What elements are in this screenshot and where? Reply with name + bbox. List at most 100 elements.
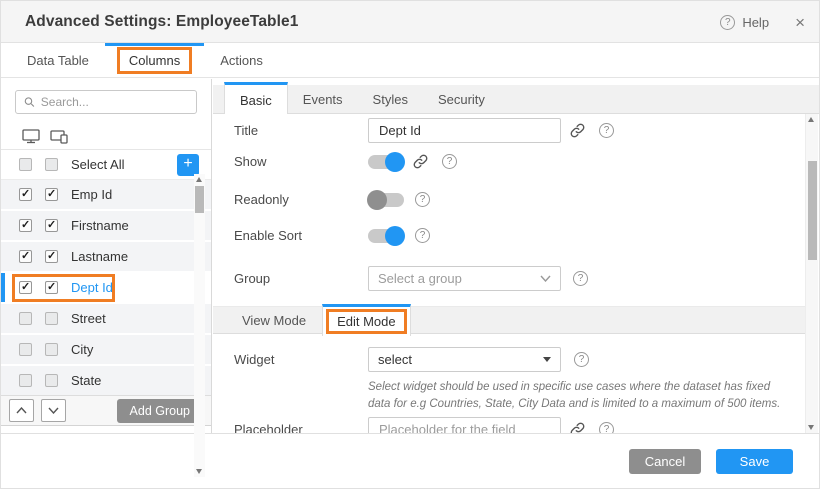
enable-sort-toggle[interactable] <box>368 229 404 243</box>
column-row-emp-id[interactable]: Emp Id <box>1 180 211 211</box>
columns-sidebar: Select All + Emp Id Firstname Lastname D… <box>1 79 212 433</box>
column-checkbox[interactable] <box>19 374 32 387</box>
help-button[interactable]: ? Help <box>720 15 769 30</box>
tab-edit-mode[interactable]: Edit Mode <box>322 304 411 336</box>
dialog-header: Advanced Settings: EmployeeTable1 ? Help… <box>1 1 819 43</box>
column-row-firstname[interactable]: Firstname <box>1 211 211 242</box>
select-all-checkbox-1[interactable] <box>19 158 32 171</box>
tablet-mobile-icon[interactable] <box>50 129 69 144</box>
desktop-icon[interactable] <box>22 129 40 144</box>
bind-link-icon[interactable] <box>570 422 585 433</box>
column-label: State <box>71 373 101 388</box>
cancel-button[interactable]: Cancel <box>629 449 701 474</box>
placeholder-input[interactable] <box>368 417 561 433</box>
column-checkbox[interactable] <box>19 312 32 325</box>
tab-label: Basic <box>240 93 272 108</box>
readonly-toggle[interactable] <box>368 193 404 207</box>
title-input[interactable] <box>368 118 561 143</box>
column-row-state[interactable]: State <box>1 366 211 397</box>
tab-data-table[interactable]: Data Table <box>13 43 103 77</box>
close-icon[interactable]: × <box>795 14 805 31</box>
device-toggle-row <box>1 123 211 150</box>
save-button[interactable]: Save <box>716 449 793 474</box>
tab-actions[interactable]: Actions <box>206 43 277 77</box>
toggle-knob <box>367 190 387 210</box>
bind-link-icon[interactable] <box>570 123 585 138</box>
tab-view-mode[interactable]: View Mode <box>226 307 322 333</box>
scroll-down-icon[interactable] <box>808 425 814 430</box>
tab-styles[interactable]: Styles <box>358 85 423 113</box>
column-checkbox[interactable] <box>45 312 58 325</box>
dropdown-arrow-icon <box>543 357 551 362</box>
widget-field-label: Widget <box>234 352 368 367</box>
widget-helper-text: Select widget should be used in specific… <box>368 379 795 414</box>
tab-label: Data Table <box>27 53 89 68</box>
add-column-button[interactable]: + <box>177 154 199 176</box>
search-icon <box>24 96 35 108</box>
search-input[interactable] <box>41 95 188 109</box>
scroll-up-icon[interactable] <box>196 177 202 182</box>
column-row-dept-id[interactable]: Dept Id <box>1 273 211 304</box>
tab-label: Security <box>438 92 485 107</box>
main-tab-bar: Data Table Columns Actions <box>1 43 819 78</box>
select-all-row: Select All + <box>1 150 211 180</box>
widget-select[interactable]: select <box>368 347 561 372</box>
group-field-row: Group Select a group ? <box>234 266 789 291</box>
show-help-icon[interactable]: ? <box>442 154 457 169</box>
scrollbar-thumb[interactable] <box>808 161 817 260</box>
scrollbar-thumb[interactable] <box>195 186 204 213</box>
placeholder-field-row: Placeholder ? <box>234 417 789 433</box>
column-label: Lastname <box>71 249 128 264</box>
column-checkbox[interactable] <box>19 343 32 356</box>
column-checkbox[interactable] <box>19 250 32 263</box>
column-checkbox[interactable] <box>45 281 58 294</box>
column-checkbox[interactable] <box>45 343 58 356</box>
readonly-help-icon[interactable]: ? <box>415 192 430 207</box>
tab-label: Edit Mode <box>337 314 396 329</box>
column-row-street[interactable]: Street <box>1 304 211 335</box>
group-help-icon[interactable]: ? <box>573 271 588 286</box>
column-checkbox[interactable] <box>19 219 32 232</box>
scroll-up-icon[interactable] <box>808 117 814 122</box>
column-row-lastname[interactable]: Lastname <box>1 242 211 273</box>
column-checkbox[interactable] <box>19 188 32 201</box>
chevron-down-icon <box>48 407 59 414</box>
annotation-box-columns: Columns <box>117 47 192 74</box>
column-checkbox[interactable] <box>45 219 58 232</box>
tab-label: Actions <box>220 53 263 68</box>
show-field-label: Show <box>234 154 368 169</box>
properties-form: Title ? Show <box>213 114 819 433</box>
column-row-city[interactable]: City <box>1 335 211 366</box>
move-column-up-button[interactable] <box>9 399 34 422</box>
select-all-checkbox-2[interactable] <box>45 158 58 171</box>
column-label: City <box>71 342 93 357</box>
title-field-label: Title <box>234 123 368 138</box>
add-group-button[interactable]: Add Group <box>117 399 203 423</box>
group-field-label: Group <box>234 271 368 286</box>
tab-label: Events <box>303 92 343 107</box>
tab-security[interactable]: Security <box>423 85 500 113</box>
title-help-icon[interactable]: ? <box>599 123 614 138</box>
select-all-label: Select All <box>71 157 124 172</box>
enable-sort-field-row: Enable Sort ? <box>234 228 789 243</box>
move-column-down-button[interactable] <box>41 399 66 422</box>
toggle-knob <box>385 226 405 246</box>
tab-events[interactable]: Events <box>288 85 358 113</box>
column-checkbox[interactable] <box>45 188 58 201</box>
panel-scrollbar[interactable] <box>805 114 818 433</box>
tab-label: Styles <box>373 92 408 107</box>
tab-basic[interactable]: Basic <box>224 82 288 115</box>
column-checkbox[interactable] <box>45 374 58 387</box>
column-checkbox[interactable] <box>19 281 32 294</box>
bind-link-icon[interactable] <box>413 154 428 169</box>
tab-columns[interactable]: Columns <box>103 43 206 77</box>
sidebar-scrollbar[interactable] <box>194 174 205 477</box>
placeholder-help-icon[interactable]: ? <box>599 422 614 433</box>
show-toggle[interactable] <box>368 155 404 169</box>
help-icon: ? <box>720 15 735 30</box>
widget-help-icon[interactable]: ? <box>574 352 589 367</box>
column-checkbox[interactable] <box>45 250 58 263</box>
enable-sort-help-icon[interactable]: ? <box>415 228 430 243</box>
scroll-down-icon[interactable] <box>196 469 202 474</box>
group-select[interactable]: Select a group <box>368 266 561 291</box>
